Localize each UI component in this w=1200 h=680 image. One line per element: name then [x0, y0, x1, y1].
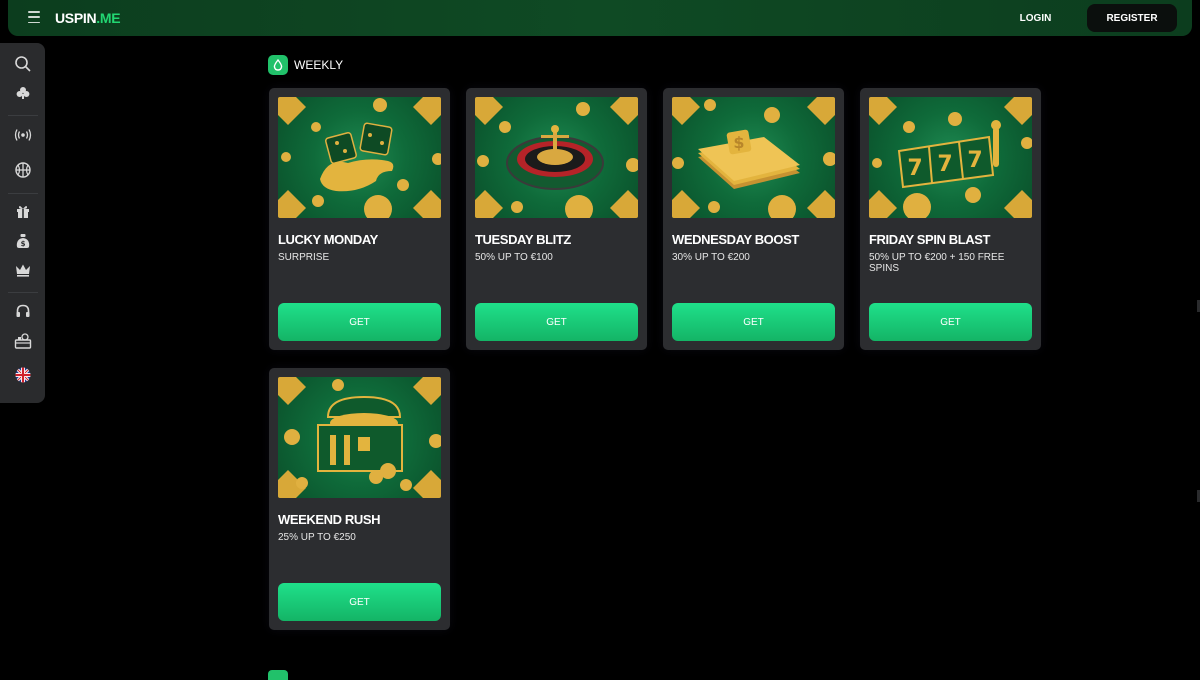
- sidebar-divider: [8, 115, 38, 116]
- register-button[interactable]: REGISTER: [1087, 4, 1177, 32]
- get-button[interactable]: GET: [278, 303, 441, 341]
- promo-card: $ WEDNESDAY BOOST 30% UP TO €200 GET: [663, 88, 844, 350]
- promo-card: 7 7 7 FRIDAY SPIN BLAST 50% UP TO €200 +…: [860, 88, 1041, 350]
- crown-icon[interactable]: [11, 258, 35, 282]
- section-title: WEEKLY: [294, 58, 344, 72]
- get-button[interactable]: GET: [672, 303, 835, 341]
- promo-subtitle: 50% UP TO €200 + 150 FREE SPINS: [869, 252, 1005, 274]
- promo-title: WEEKEND RUSH: [278, 512, 381, 527]
- next-section-icon: [268, 670, 288, 680]
- promo-subtitle: 25% UP TO €250: [278, 532, 356, 543]
- money-bag-icon[interactable]: $: [11, 229, 35, 253]
- promo-title: FRIDAY SPIN BLAST: [869, 232, 991, 247]
- promo-subtitle: 30% UP TO €200: [672, 252, 750, 263]
- promo-card: WEEKEND RUSH 25% UP TO €250 GET: [269, 368, 450, 630]
- promo-subtitle: 50% UP TO €100: [475, 252, 553, 263]
- get-button[interactable]: GET: [278, 583, 441, 621]
- login-button[interactable]: LOGIN: [1008, 5, 1063, 31]
- svg-text:$: $: [21, 240, 26, 248]
- promo-title: LUCKY MONDAY: [278, 232, 378, 247]
- promo-image-roulette: [475, 97, 638, 218]
- sidebar: $: [0, 43, 45, 403]
- logo-text-main: USPIN: [55, 10, 97, 26]
- site-logo[interactable]: USPIN.ME: [55, 10, 121, 26]
- promo-card: LUCKY MONDAY SURPRISE GET: [269, 88, 450, 350]
- promo-image-dice-hand: [278, 97, 441, 218]
- promo-image-treasure-chest: [278, 377, 441, 498]
- top-header: USPIN.ME LOGIN REGISTER: [8, 0, 1192, 36]
- gift-icon[interactable]: [11, 199, 35, 223]
- basketball-icon[interactable]: [11, 158, 35, 182]
- promo-image-money-stack: $: [672, 97, 835, 218]
- uk-flag-icon[interactable]: [11, 363, 35, 387]
- section-header-weekly: WEEKLY: [268, 54, 343, 76]
- menu-icon[interactable]: [28, 11, 40, 23]
- promo-subtitle: SURPRISE: [278, 252, 330, 263]
- svg-text:7: 7: [907, 156, 922, 181]
- promo-image-slot-777: 7 7 7: [869, 97, 1032, 218]
- logo-text-domain: .ME: [96, 10, 121, 26]
- search-icon[interactable]: [11, 52, 35, 76]
- club-icon[interactable]: [11, 81, 35, 105]
- promo-title: TUESDAY BLITZ: [475, 232, 571, 247]
- sidebar-divider: [8, 193, 38, 194]
- get-button[interactable]: GET: [869, 303, 1032, 341]
- drop-icon: [268, 55, 288, 75]
- get-button[interactable]: GET: [475, 303, 638, 341]
- svg-text:$: $: [733, 133, 744, 152]
- cashier-icon[interactable]: [11, 329, 35, 353]
- headset-icon[interactable]: [11, 299, 35, 323]
- sidebar-divider: [8, 292, 38, 293]
- svg-text:7: 7: [967, 148, 982, 173]
- promo-title: WEDNESDAY BOOST: [672, 232, 799, 247]
- svg-text:7: 7: [937, 152, 952, 177]
- promo-card: TUESDAY BLITZ 50% UP TO €100 GET: [466, 88, 647, 350]
- live-broadcast-icon[interactable]: [11, 123, 35, 147]
